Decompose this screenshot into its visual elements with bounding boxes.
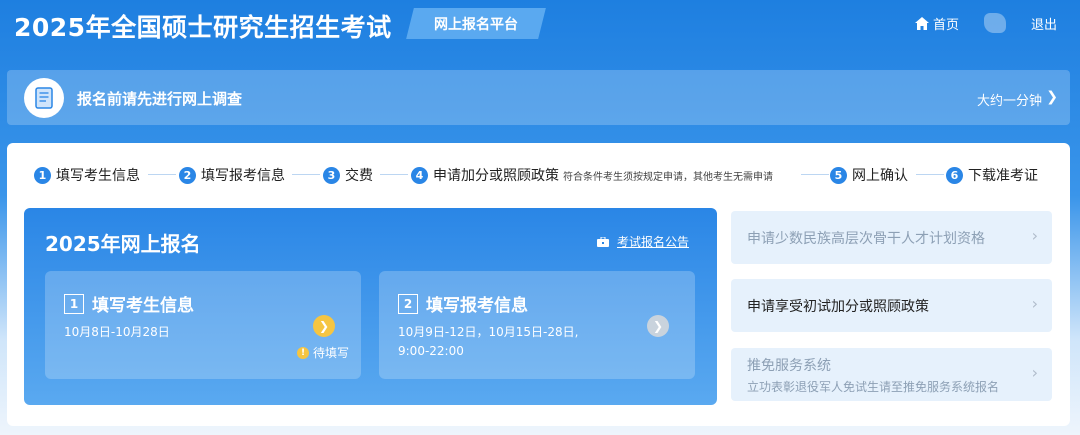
home-label: 首页 xyxy=(933,18,960,33)
step-connector xyxy=(916,174,944,175)
step-label: 交费 xyxy=(345,168,373,184)
registration-title: 2025年网上报名 xyxy=(45,232,201,256)
fill-candidate-info-card[interactable]: 1 填写考生信息 10月8日-10月28日 ❯ ! 待填写 xyxy=(45,271,361,379)
step-1: 1 填写考生信息 xyxy=(34,165,140,185)
step-number: 3 xyxy=(323,166,340,184)
card-date: 10月8日-10月28日 xyxy=(64,325,170,339)
step-number: 4 xyxy=(411,166,428,184)
step-number: 6 xyxy=(946,166,963,184)
step-connector xyxy=(148,174,176,175)
side-item-subtext: 立功表彰退役军人免试生请至推免服务系统报名 xyxy=(747,380,1000,394)
exam-notice-link[interactable]: 考试报名公告 xyxy=(597,233,689,250)
card-title: 填写考生信息 xyxy=(92,296,194,316)
step-number: 1 xyxy=(34,166,51,184)
step-connector xyxy=(801,174,829,175)
header: 2025年全国硕士研究生招生考试 网上报名平台 首页 退出 xyxy=(0,0,1080,56)
step-5: 5 网上确认 xyxy=(830,165,908,185)
survey-text: 报名前请先进行网上调查 xyxy=(77,90,243,108)
scroll-icon xyxy=(24,78,64,118)
step-label: 填写报考信息 xyxy=(201,168,285,184)
card-number: 1 xyxy=(64,293,84,314)
home-link[interactable]: 首页 xyxy=(915,14,959,33)
card-date-line: 9:00-22:00 xyxy=(398,344,464,358)
side-item-label: 推免服务系统 xyxy=(747,358,831,374)
avatar[interactable] xyxy=(984,13,1006,33)
step-note: 符合条件考生须按规定申请，其他考生无需申请 xyxy=(563,171,773,183)
platform-label: 网上报名平台 xyxy=(434,17,518,33)
logout-link[interactable]: 退出 xyxy=(1031,14,1057,33)
minority-talent-plan-item[interactable]: 申请少数民族高层次骨干人才计划资格 › xyxy=(731,211,1052,264)
survey-duration: 大约一分钟 xyxy=(976,94,1042,109)
side-item-label: 申请少数民族高层次骨干人才计划资格 xyxy=(747,231,985,247)
step-connector xyxy=(292,174,320,175)
arrow-right-icon[interactable]: ❯ xyxy=(647,315,669,337)
bonus-policy-item[interactable]: 申请享受初试加分或照顾政策 › xyxy=(731,279,1052,332)
step-connector xyxy=(380,174,408,175)
step-3: 3 交费 xyxy=(323,165,373,185)
warning-icon: ! xyxy=(297,346,309,359)
chevron-right-icon: › xyxy=(1031,226,1038,245)
chevron-right-icon: › xyxy=(1031,294,1038,313)
step-label: 填写考生信息 xyxy=(56,168,140,184)
chevron-right-icon: › xyxy=(1031,363,1038,382)
side-item-label: 申请享受初试加分或照顾政策 xyxy=(747,299,929,315)
card-header: 1 填写考生信息 xyxy=(64,291,194,316)
survey-banner[interactable]: 报名前请先进行网上调查 大约一分钟 ❯ xyxy=(7,70,1070,125)
arrow-right-icon[interactable]: ❯ xyxy=(313,315,335,337)
step-label: 申请加分或照顾政策 xyxy=(433,168,559,184)
step-number: 2 xyxy=(179,166,196,184)
exam-notice-label: 考试报名公告 xyxy=(617,235,690,249)
fill-application-info-card[interactable]: 2 填写报考信息 10月9日-12日，10月15日-28日, 9:00-22:0… xyxy=(379,271,695,379)
card-date-line: 10月9日-12日，10月15日-28日, xyxy=(398,325,579,339)
step-4: 4 申请加分或照顾政策 符合条件考生须按规定申请，其他考生无需申请 xyxy=(411,165,773,185)
step-label: 下载准考证 xyxy=(968,168,1038,184)
page-title: 2025年全国硕士研究生招生考试 xyxy=(14,13,392,42)
card-number: 2 xyxy=(398,293,418,314)
chevron-right-icon: ❯ xyxy=(1046,89,1058,105)
main-card: 1 填写考生信息 2 填写报考信息 3 交费 4 申请加分或照顾政策 符合条件考… xyxy=(7,143,1070,426)
home-icon xyxy=(915,17,929,30)
status-badge: ! 待填写 xyxy=(297,344,349,361)
card-date: 10月9日-12日，10月15日-28日, 9:00-22:00 xyxy=(398,323,578,361)
status-label: 待填写 xyxy=(313,346,350,360)
recommendation-system-item[interactable]: 推免服务系统 立功表彰退役军人免试生请至推免服务系统报名 › xyxy=(731,348,1052,401)
step-label: 网上确认 xyxy=(852,168,908,184)
card-header: 2 填写报考信息 xyxy=(398,291,528,316)
step-2: 2 填写报考信息 xyxy=(179,165,285,185)
step-number: 5 xyxy=(830,166,847,184)
registration-panel: 2025年网上报名 考试报名公告 1 填写考生信息 10月8日-10月28日 ❯… xyxy=(24,208,717,405)
step-6: 6 下载准考证 xyxy=(946,165,1038,185)
card-title: 填写报考信息 xyxy=(426,296,528,316)
briefcase-icon xyxy=(597,236,609,247)
